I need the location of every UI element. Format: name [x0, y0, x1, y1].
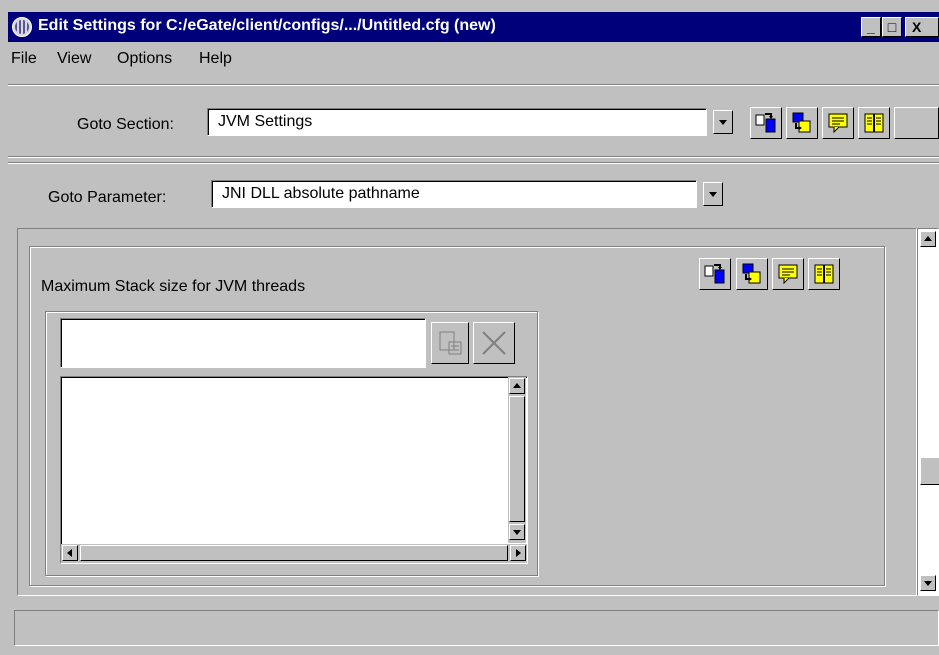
help-book-button[interactable] [858, 107, 890, 139]
list-horizontal-thumb[interactable] [80, 545, 508, 561]
extra-toolbar-button[interactable] [894, 107, 939, 139]
separator [8, 84, 939, 86]
goto-parameter-value: JNI DLL absolute pathname [222, 185, 420, 202]
load-icon [704, 264, 725, 284]
goto-section-label: Goto Section: [77, 116, 174, 133]
close-button[interactable]: X [905, 17, 939, 37]
window-title: Edit Settings for C:/eGate/client/config… [38, 17, 496, 34]
add-to-list-icon [439, 331, 462, 355]
list-scroll-right-button[interactable] [510, 545, 526, 561]
scroll-up-button[interactable] [920, 231, 936, 247]
menu-file[interactable]: File [11, 50, 37, 68]
values-list[interactable] [60, 376, 528, 564]
status-bar [14, 610, 939, 646]
comment-icon [778, 264, 798, 285]
scroll-thumb[interactable] [920, 457, 939, 485]
list-scroll-down-button[interactable] [509, 524, 525, 540]
separator [8, 156, 939, 158]
scroll-down-button[interactable] [920, 575, 936, 591]
list-vertical-scrollbar[interactable] [508, 377, 526, 543]
goto-parameter-dropdown-button[interactable] [703, 182, 723, 206]
minimize-button[interactable]: _ [861, 17, 881, 37]
panel-help-book-button[interactable] [808, 258, 840, 290]
goto-section-dropdown-button[interactable] [713, 110, 733, 134]
panel-save-button[interactable] [736, 258, 768, 290]
parameter-title: Maximum Stack size for JVM threads [41, 278, 306, 295]
value-input[interactable] [60, 318, 426, 368]
app-globe-icon[interactable] [12, 17, 32, 37]
load-icon [755, 113, 776, 133]
list-scroll-left-button[interactable] [62, 545, 78, 561]
separator [8, 162, 939, 164]
delete-x-icon [482, 331, 506, 355]
parameters-vertical-scrollbar[interactable] [917, 228, 939, 596]
book-icon [814, 264, 834, 284]
book-icon [864, 113, 884, 133]
comment-icon [828, 113, 848, 134]
comment-button[interactable] [822, 107, 854, 139]
save-icon [792, 112, 811, 133]
goto-section-combo[interactable]: JVM Settings [207, 108, 707, 136]
panel-comment-button[interactable] [772, 258, 804, 290]
list-scroll-up-button[interactable] [509, 378, 525, 394]
panel-load-button[interactable] [699, 258, 731, 290]
save-button[interactable] [786, 107, 818, 139]
menu-bar: File View Options Help [8, 42, 939, 76]
goto-section-value: JVM Settings [218, 113, 313, 130]
menu-view[interactable]: View [57, 50, 91, 68]
goto-parameter-label: Goto Parameter: [48, 189, 167, 206]
goto-parameter-combo[interactable]: JNI DLL absolute pathname [211, 180, 697, 208]
load-button[interactable] [750, 107, 782, 139]
list-horizontal-scrollbar[interactable] [61, 544, 527, 563]
list-vertical-thumb[interactable] [509, 396, 525, 522]
maximize-button[interactable]: □ [882, 17, 902, 37]
delete-button[interactable] [473, 322, 515, 364]
save-icon [742, 263, 761, 284]
menu-options[interactable]: Options [117, 50, 172, 68]
title-bar[interactable]: Edit Settings for C:/eGate/client/config… [8, 12, 939, 42]
menu-help[interactable]: Help [199, 50, 232, 68]
add-to-list-button[interactable] [431, 322, 469, 364]
